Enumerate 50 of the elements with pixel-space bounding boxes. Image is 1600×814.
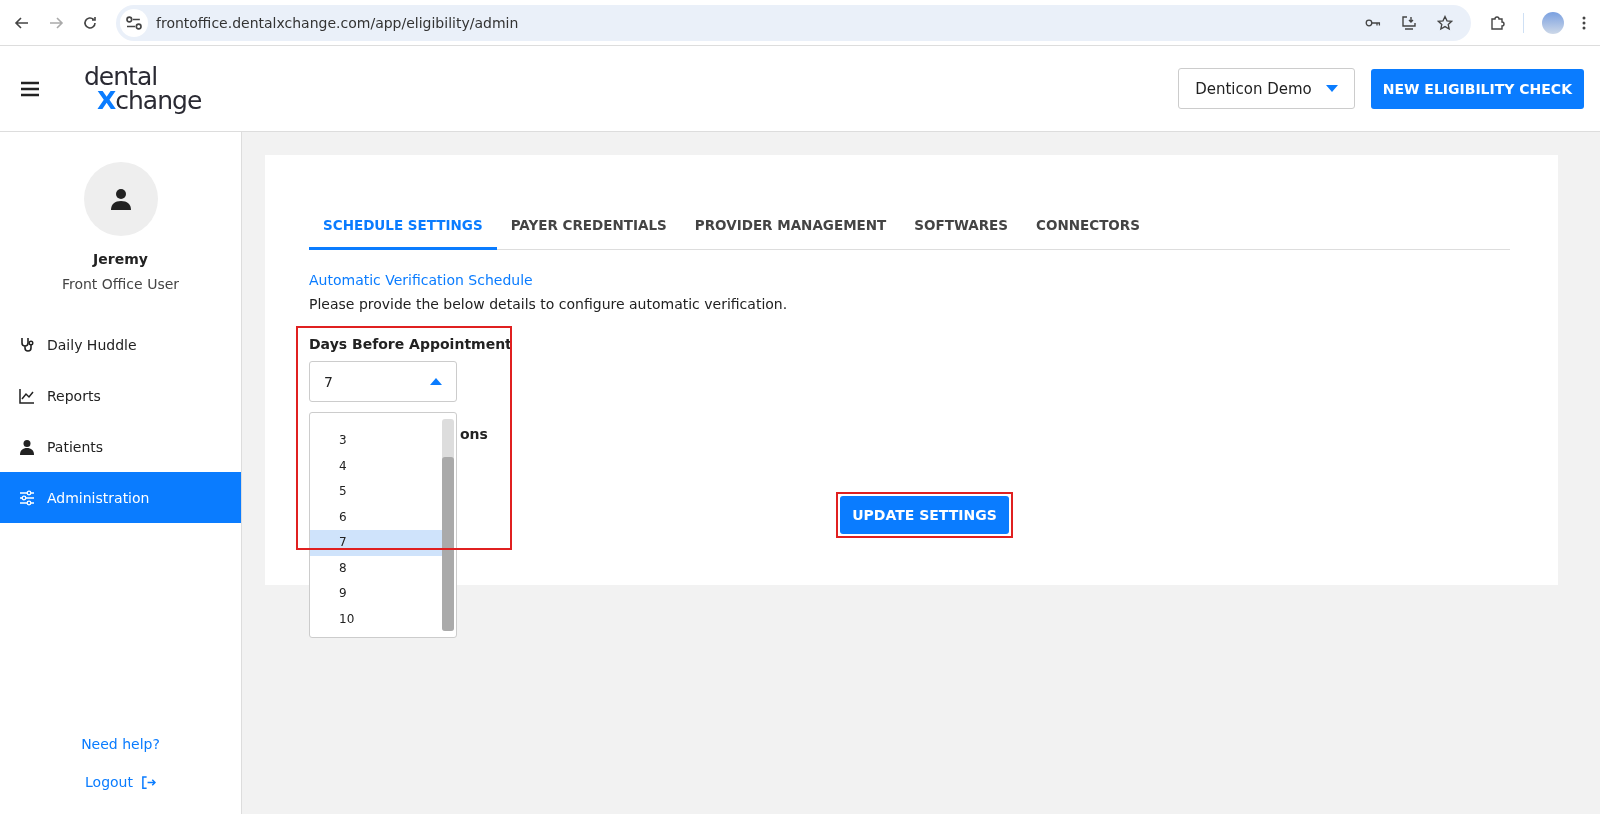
new-eligibility-check-button[interactable]: NEW ELIGIBILITY CHECK [1370, 68, 1584, 109]
logout-icon [140, 774, 156, 790]
dropdown-option[interactable]: 3 [310, 428, 442, 454]
practice-dropdown[interactable]: Denticon Demo [1178, 68, 1355, 109]
dropdown-option[interactable]: 6 [310, 504, 442, 530]
nav-item[interactable]: Administration [0, 472, 241, 523]
logout-link[interactable]: Logout [85, 774, 156, 790]
dropdown-option[interactable]: 4 [310, 453, 442, 479]
reload-icon[interactable] [82, 14, 98, 31]
caret-icon [1325, 85, 1338, 92]
tab[interactable]: PROVIDER MANAGEMENT [680, 213, 901, 250]
back-icon[interactable] [14, 14, 30, 31]
install-icon[interactable] [1401, 14, 1417, 31]
section-description: Please provide the below details to configure automatic verification. [309, 296, 789, 312]
caret-icon [430, 378, 442, 385]
tab[interactable]: SCHEDULE SETTINGS [309, 213, 497, 250]
dropdown-option[interactable]: 8 [310, 555, 442, 581]
scrollbar[interactable] [442, 419, 454, 631]
tab[interactable]: PAYER CREDENTIALS [496, 213, 681, 250]
menu-icon[interactable] [20, 80, 40, 97]
logo-text: dental [84, 64, 158, 89]
user-name: Jeremy [93, 251, 148, 267]
field-label: ons [460, 426, 488, 442]
dropdown-option[interactable]: 7 [310, 530, 442, 556]
dropdown-option[interactable]: 5 [310, 479, 442, 505]
address-bar[interactable]: frontoffice.dentalxchange.com/app/eligibility/admin [116, 4, 1471, 41]
puzzle-icon[interactable] [1489, 14, 1505, 31]
logo-text: Xchange [96, 88, 202, 113]
stethoscope-icon [19, 336, 35, 353]
sliders-icon [19, 489, 35, 506]
update-settings-button[interactable]: UPDATE SETTINGS [840, 496, 1009, 534]
section-title: Automatic Verification Schedule [309, 272, 534, 288]
user-role: Front Office User [61, 276, 180, 292]
tab[interactable]: SOFTWARES [900, 213, 1022, 250]
nav-item[interactable]: Daily Huddle [0, 319, 241, 370]
need-help-link[interactable]: Need help? [81, 736, 160, 752]
menu-icon[interactable] [1582, 14, 1586, 31]
person-icon [19, 438, 35, 455]
line-chart-icon [19, 387, 35, 404]
field-label: Days Before Appointment [309, 336, 513, 352]
dropdown-option[interactable]: 10 [310, 606, 442, 632]
site-settings-icon[interactable] [120, 8, 148, 37]
star-icon[interactable] [1437, 14, 1453, 31]
dropdown-option[interactable]: 9 [310, 581, 442, 607]
nav-item[interactable]: Reports [0, 370, 241, 421]
nav-item[interactable]: Patients [0, 421, 241, 472]
tab[interactable]: CONNECTORS [1022, 213, 1154, 250]
url-text[interactable]: frontoffice.dentalxchange.com/app/eligibility/admin [156, 14, 519, 31]
person-icon [108, 187, 133, 211]
days-select[interactable]: 7 [309, 361, 457, 402]
